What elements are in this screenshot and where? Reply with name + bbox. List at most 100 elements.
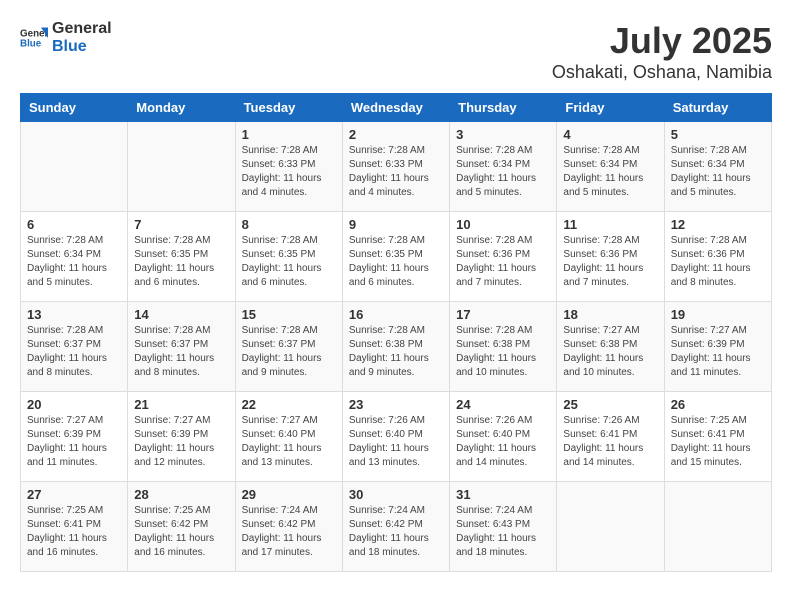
day-number: 1	[242, 127, 336, 142]
calendar-body: 1 Sunrise: 7:28 AM Sunset: 6:33 PM Daylig…	[21, 122, 772, 572]
calendar-week-row: 20 Sunrise: 7:27 AM Sunset: 6:39 PM Dayli…	[21, 392, 772, 482]
day-number: 25	[563, 397, 657, 412]
day-number: 30	[349, 487, 443, 502]
calendar-week-row: 13 Sunrise: 7:28 AM Sunset: 6:37 PM Dayli…	[21, 302, 772, 392]
calendar-cell: 5Sunrise: 7:28 AM Sunset: 6:34 PM Daylig…	[664, 122, 771, 212]
day-number: 21	[134, 397, 228, 412]
calendar-cell: 23 Sunrise: 7:26 AM Sunset: 6:40 PM Dayli…	[342, 392, 449, 482]
day-info: Sunrise: 7:28 AM Sunset: 6:36 PM Dayligh…	[456, 234, 550, 290]
calendar-cell	[128, 122, 235, 212]
logo-icon: General Blue	[20, 24, 48, 52]
calendar-cell: 15 Sunrise: 7:28 AM Sunset: 6:37 PM Dayli…	[235, 302, 342, 392]
calendar-cell: 17Sunrise: 7:28 AM Sunset: 6:38 PM Dayli…	[450, 302, 557, 392]
page-header: General Blue General Blue July 2025 Osha…	[20, 20, 772, 83]
calendar-cell: 11 Sunrise: 7:28 AM Sunset: 6:36 PM Dayli…	[557, 212, 664, 302]
day-header-friday: Friday	[557, 94, 664, 122]
calendar-week-row: 27Sunrise: 7:25 AM Sunset: 6:41 PM Dayli…	[21, 482, 772, 572]
day-number: 6	[27, 217, 121, 232]
day-info: Sunrise: 7:28 AM Sunset: 6:37 PM Dayligh…	[27, 324, 121, 380]
day-number: 5	[671, 127, 765, 142]
calendar-cell: 30Sunrise: 7:24 AM Sunset: 6:42 PM Dayli…	[342, 482, 449, 572]
day-number: 23	[349, 397, 443, 412]
day-info: Sunrise: 7:28 AM Sunset: 6:37 PM Dayligh…	[134, 324, 228, 380]
day-number: 28	[134, 487, 228, 502]
day-number: 22	[242, 397, 336, 412]
calendar-cell: 18Sunrise: 7:27 AM Sunset: 6:38 PM Dayli…	[557, 302, 664, 392]
day-info: Sunrise: 7:25 AM Sunset: 6:41 PM Dayligh…	[671, 414, 765, 470]
day-info: Sunrise: 7:28 AM Sunset: 6:36 PM Dayligh…	[671, 234, 765, 290]
day-info: Sunrise: 7:27 AM Sunset: 6:39 PM Dayligh…	[134, 414, 228, 470]
day-number: 26	[671, 397, 765, 412]
calendar-cell: 14 Sunrise: 7:28 AM Sunset: 6:37 PM Dayli…	[128, 302, 235, 392]
calendar-cell: 27Sunrise: 7:25 AM Sunset: 6:41 PM Dayli…	[21, 482, 128, 572]
day-info: Sunrise: 7:28 AM Sunset: 6:35 PM Dayligh…	[134, 234, 228, 290]
calendar-cell: 16 Sunrise: 7:28 AM Sunset: 6:38 PM Dayli…	[342, 302, 449, 392]
day-number: 14	[134, 307, 228, 322]
day-info: Sunrise: 7:28 AM Sunset: 6:37 PM Dayligh…	[242, 324, 336, 380]
day-number: 12	[671, 217, 765, 232]
month-year-title: July 2025	[552, 20, 772, 62]
day-header-sunday: Sunday	[21, 94, 128, 122]
calendar-cell: 6 Sunrise: 7:28 AM Sunset: 6:34 PM Daylig…	[21, 212, 128, 302]
calendar-cell: 3Sunrise: 7:28 AM Sunset: 6:34 PM Daylig…	[450, 122, 557, 212]
day-info: Sunrise: 7:28 AM Sunset: 6:36 PM Dayligh…	[563, 234, 657, 290]
day-info: Sunrise: 7:28 AM Sunset: 6:34 PM Dayligh…	[456, 144, 550, 200]
day-number: 29	[242, 487, 336, 502]
day-info: Sunrise: 7:26 AM Sunset: 6:41 PM Dayligh…	[563, 414, 657, 470]
day-header-saturday: Saturday	[664, 94, 771, 122]
day-number: 16	[349, 307, 443, 322]
day-number: 31	[456, 487, 550, 502]
day-number: 13	[27, 307, 121, 322]
logo-blue-text: Blue	[52, 38, 112, 56]
logo: General Blue General Blue	[20, 20, 112, 55]
day-info: Sunrise: 7:28 AM Sunset: 6:35 PM Dayligh…	[242, 234, 336, 290]
day-header-wednesday: Wednesday	[342, 94, 449, 122]
day-info: Sunrise: 7:28 AM Sunset: 6:33 PM Dayligh…	[349, 144, 443, 200]
calendar-cell: 1 Sunrise: 7:28 AM Sunset: 6:33 PM Daylig…	[235, 122, 342, 212]
day-header-tuesday: Tuesday	[235, 94, 342, 122]
day-info: Sunrise: 7:26 AM Sunset: 6:40 PM Dayligh…	[349, 414, 443, 470]
day-info: Sunrise: 7:26 AM Sunset: 6:40 PM Dayligh…	[456, 414, 550, 470]
calendar-cell: 19 Sunrise: 7:27 AM Sunset: 6:39 PM Dayli…	[664, 302, 771, 392]
logo-general-text: General	[52, 20, 112, 38]
calendar-week-row: 6 Sunrise: 7:28 AM Sunset: 6:34 PM Daylig…	[21, 212, 772, 302]
calendar-cell	[557, 482, 664, 572]
day-number: 24	[456, 397, 550, 412]
day-info: Sunrise: 7:25 AM Sunset: 6:42 PM Dayligh…	[134, 504, 228, 560]
day-info: Sunrise: 7:28 AM Sunset: 6:38 PM Dayligh…	[349, 324, 443, 380]
day-info: Sunrise: 7:24 AM Sunset: 6:42 PM Dayligh…	[242, 504, 336, 560]
day-number: 18	[563, 307, 657, 322]
calendar-cell: 2 Sunrise: 7:28 AM Sunset: 6:33 PM Daylig…	[342, 122, 449, 212]
day-info: Sunrise: 7:27 AM Sunset: 6:39 PM Dayligh…	[671, 324, 765, 380]
day-number: 17	[456, 307, 550, 322]
day-info: Sunrise: 7:27 AM Sunset: 6:39 PM Dayligh…	[27, 414, 121, 470]
calendar-cell: 12 Sunrise: 7:28 AM Sunset: 6:36 PM Dayli…	[664, 212, 771, 302]
day-number: 11	[563, 217, 657, 232]
day-number: 19	[671, 307, 765, 322]
day-info: Sunrise: 7:28 AM Sunset: 6:34 PM Dayligh…	[27, 234, 121, 290]
day-number: 20	[27, 397, 121, 412]
day-info: Sunrise: 7:28 AM Sunset: 6:33 PM Dayligh…	[242, 144, 336, 200]
day-info: Sunrise: 7:28 AM Sunset: 6:34 PM Dayligh…	[563, 144, 657, 200]
calendar-header-row: SundayMondayTuesdayWednesdayThursdayFrid…	[21, 94, 772, 122]
day-header-thursday: Thursday	[450, 94, 557, 122]
calendar-cell: 9Sunrise: 7:28 AM Sunset: 6:35 PM Daylig…	[342, 212, 449, 302]
calendar-cell: 25 Sunrise: 7:26 AM Sunset: 6:41 PM Dayli…	[557, 392, 664, 482]
day-info: Sunrise: 7:24 AM Sunset: 6:43 PM Dayligh…	[456, 504, 550, 560]
calendar-cell: 22 Sunrise: 7:27 AM Sunset: 6:40 PM Dayli…	[235, 392, 342, 482]
location-subtitle: Oshakati, Oshana, Namibia	[552, 62, 772, 83]
day-number: 8	[242, 217, 336, 232]
day-header-monday: Monday	[128, 94, 235, 122]
day-number: 4	[563, 127, 657, 142]
calendar-cell: 29 Sunrise: 7:24 AM Sunset: 6:42 PM Dayli…	[235, 482, 342, 572]
calendar-cell: 26 Sunrise: 7:25 AM Sunset: 6:41 PM Dayli…	[664, 392, 771, 482]
calendar-cell: 10Sunrise: 7:28 AM Sunset: 6:36 PM Dayli…	[450, 212, 557, 302]
day-info: Sunrise: 7:27 AM Sunset: 6:40 PM Dayligh…	[242, 414, 336, 470]
calendar-week-row: 1 Sunrise: 7:28 AM Sunset: 6:33 PM Daylig…	[21, 122, 772, 212]
calendar-cell: 21 Sunrise: 7:27 AM Sunset: 6:39 PM Dayli…	[128, 392, 235, 482]
calendar-cell	[21, 122, 128, 212]
calendar-cell: 28 Sunrise: 7:25 AM Sunset: 6:42 PM Dayli…	[128, 482, 235, 572]
day-number: 15	[242, 307, 336, 322]
day-number: 2	[349, 127, 443, 142]
day-info: Sunrise: 7:25 AM Sunset: 6:41 PM Dayligh…	[27, 504, 121, 560]
